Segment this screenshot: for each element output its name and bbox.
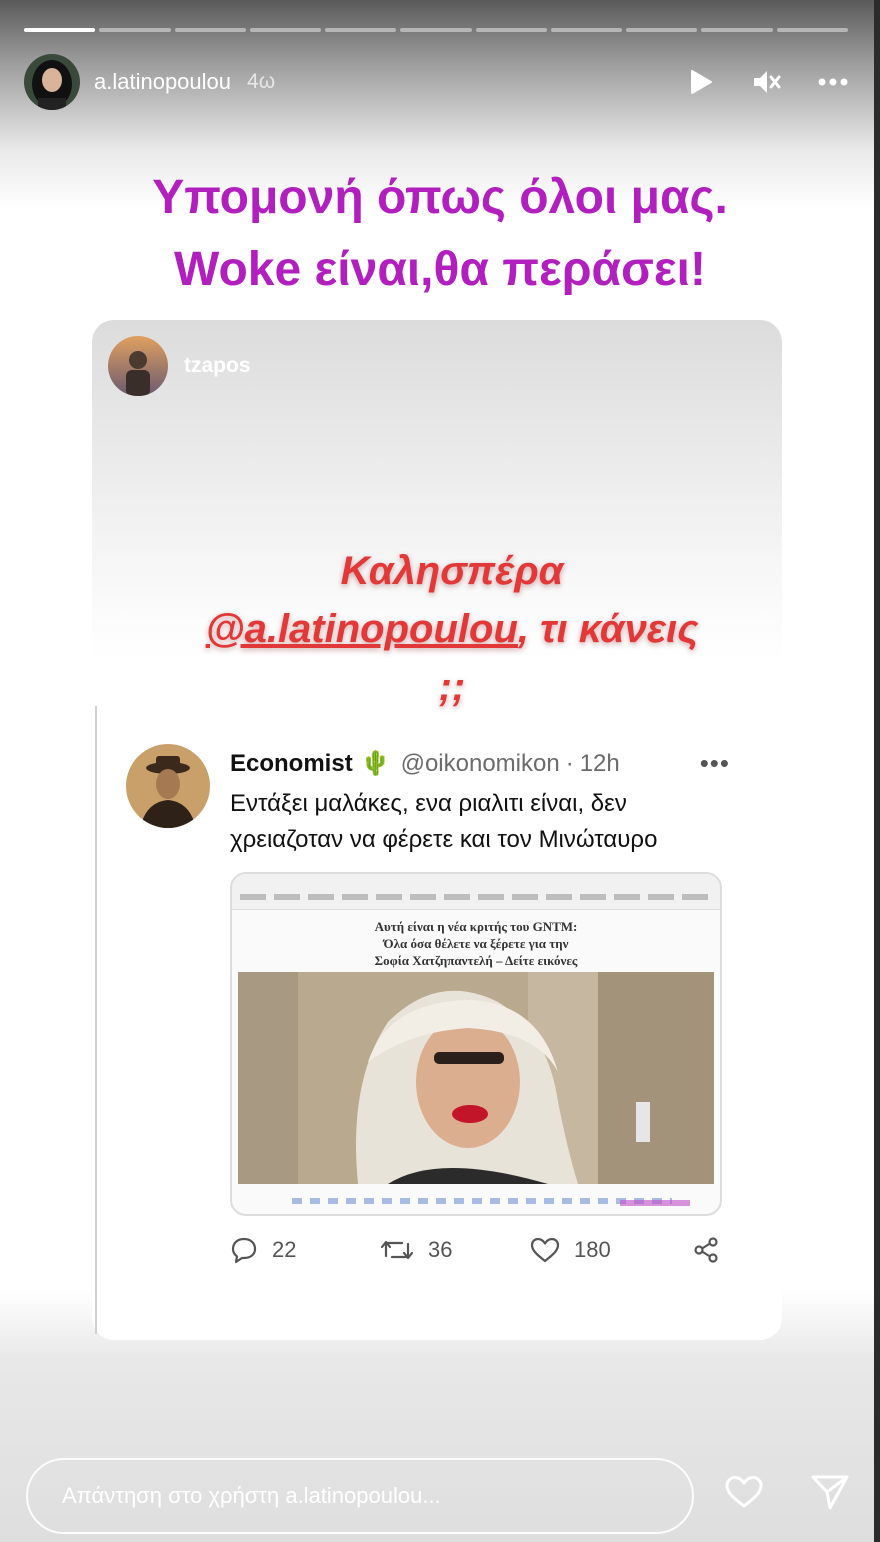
progress-segment <box>249 28 322 32</box>
retweet-count: 36 <box>428 1237 453 1262</box>
progress-segment <box>475 28 547 32</box>
progress-segment <box>24 28 96 32</box>
mention-link[interactable]: @a.latinopoulou <box>206 607 518 651</box>
tweet-likes: 180 <box>530 1236 690 1264</box>
shared-story-avatar[interactable] <box>108 336 168 396</box>
tweet-share <box>692 1236 720 1264</box>
story-caption: Υπομονή όπως όλοι μας. Woke είναι,θα περ… <box>40 162 840 306</box>
article-photo <box>238 972 714 1184</box>
article-share-bar <box>292 1198 672 1204</box>
cactus-icon: 🌵 <box>360 750 391 777</box>
tweet-separator: · <box>565 749 574 777</box>
muted-icon[interactable] <box>752 67 782 97</box>
tweet-time: 12h <box>579 749 620 777</box>
caption-line-1: Υπομονή όπως όλοι μας. <box>152 171 728 224</box>
reply-icon <box>231 1237 257 1264</box>
tweet-replies: 22 <box>230 1236 380 1264</box>
tweet-handle: @oikonomikon <box>400 749 560 777</box>
article-headline-line-1: Αυτή είναι η νέα κριτής του GNTM: <box>374 919 578 934</box>
shared-story-text: Καλησπέρα @a.latinopoulou, τι κάνεις ;; <box>192 542 712 716</box>
like-icon <box>530 1237 560 1263</box>
tweet-divider <box>95 706 97 1334</box>
article-headline-line-3: Σοφία Χατζηπαντελή – Δείτε εικόνες <box>374 953 578 968</box>
tweet-more-icon: ••• <box>699 748 730 778</box>
more-icon[interactable] <box>818 67 848 97</box>
tweet-actions: 22 36 180 <box>230 1236 720 1264</box>
progress-segment <box>400 28 472 32</box>
retweet-icon <box>380 1240 414 1260</box>
article-browser-bar <box>232 874 720 910</box>
tweet-text: Εντάξει μαλάκες, ενα ριαλιτι είναι, δεν … <box>230 790 658 853</box>
profile-username[interactable]: a.latinopoulou <box>94 69 231 95</box>
progress-segment <box>550 28 623 32</box>
profile-avatar[interactable] <box>24 54 80 110</box>
tweet-author-name: Economist <box>230 749 353 777</box>
tweet-avatar <box>126 744 210 828</box>
send-icon[interactable] <box>808 1470 852 1514</box>
story-header: a.latinopoulou 4ω <box>24 54 848 110</box>
reply-placeholder: Απάντηση στο χρήστη a.latinopoulou... <box>62 1483 441 1508</box>
tweet-header: Economist 🌵 @oikonomikon · 12h ••• <box>230 748 730 779</box>
article-accent-bar <box>620 1200 690 1206</box>
shared-story-username[interactable]: tzapos <box>184 354 251 378</box>
story-progress-bar <box>24 28 848 32</box>
heart-icon[interactable] <box>722 1470 766 1514</box>
window-edge <box>874 0 880 1542</box>
progress-segment <box>174 28 246 32</box>
progress-segment <box>776 28 848 32</box>
tweet-media: Αυτή είναι η νέα κριτής του GNTM: Όλα όσ… <box>230 872 722 1216</box>
tweet-screenshot: Economist 🌵 @oikonomikon · 12h ••• Εντάξ… <box>110 720 750 1290</box>
progress-segment <box>99 28 171 32</box>
caption-line-2: Woke είναι,θα περάσει! <box>174 243 706 296</box>
progress-segment <box>701 28 773 32</box>
reply-count: 22 <box>272 1237 297 1262</box>
tweet-retweets: 36 <box>380 1236 530 1264</box>
like-count: 180 <box>574 1237 611 1262</box>
play-icon[interactable] <box>686 67 716 97</box>
article-headline-line-2: Όλα όσα θέλετε να ξέρετε για την <box>383 936 569 951</box>
share-icon <box>694 1237 718 1263</box>
greeting-text: Καλησπέρα <box>340 549 564 593</box>
shared-story-header: tzapos <box>108 336 251 396</box>
progress-segment <box>626 28 698 32</box>
progress-segment <box>325 28 397 32</box>
reply-input[interactable]: Απάντηση στο χρήστη a.latinopoulou... <box>26 1458 694 1534</box>
story-timestamp: 4ω <box>247 70 276 93</box>
article-headline: Αυτή είναι η νέα κριτής του GNTM: Όλα όσ… <box>232 910 720 970</box>
